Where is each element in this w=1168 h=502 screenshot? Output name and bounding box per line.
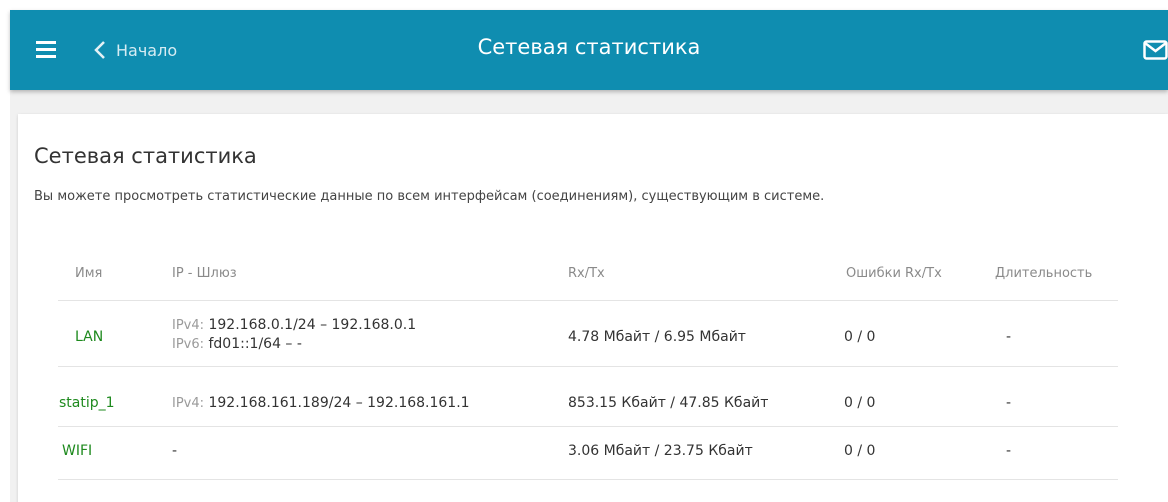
- ipv6-address: IPv6: fd01::1/64 – -: [172, 336, 302, 352]
- back-link[interactable]: Начало: [94, 38, 177, 62]
- section-title: Сетевая статистика: [34, 144, 257, 168]
- statistics-card: Сетевая статистика Вы можете просмотреть…: [18, 114, 1168, 502]
- errors-value: 0 / 0: [844, 443, 876, 459]
- ipv4-address: IPv4: 192.168.0.1/24 – 192.168.0.1: [172, 317, 416, 333]
- ip-gateway-value: -: [172, 443, 178, 459]
- page-title: Сетевая статистика: [477, 35, 701, 59]
- rxtx-value: 4.78 Мбайт / 6.95 Мбайт: [568, 329, 746, 345]
- column-header-errors: Ошибки Rx/Tx: [846, 266, 942, 281]
- ipv4-value: 192.168.0.1/24 – 192.168.0.1: [208, 317, 417, 333]
- section-description: Вы можете просмотреть статистические дан…: [34, 189, 825, 204]
- table-row[interactable]: statip_1 IPv4: 192.168.161.189/24 – 192.…: [58, 366, 1118, 427]
- ipv4-value: 192.168.161.189/24 – 192.168.161.1: [208, 395, 470, 411]
- table-row[interactable]: WIFI - 3.06 Мбайт / 23.75 Кбайт 0 / 0 -: [58, 426, 1118, 480]
- table-row[interactable]: LAN IPv4: 192.168.0.1/24 – 192.168.0.1 I…: [58, 300, 1118, 367]
- ipv6-value: fd01::1/64 – -: [208, 336, 302, 352]
- ipv4-prefix: IPv4:: [172, 396, 205, 411]
- left-margin: [0, 0, 10, 502]
- mail-icon[interactable]: [1143, 40, 1168, 60]
- rxtx-value: 3.06 Мбайт / 23.75 Кбайт: [568, 443, 753, 459]
- ipv6-prefix: IPv6:: [172, 337, 205, 352]
- top-margin: [0, 0, 1168, 10]
- interface-name-link[interactable]: statip_1: [59, 395, 115, 411]
- back-link-label: Начало: [116, 40, 178, 60]
- hamburger-menu-icon[interactable]: [36, 41, 56, 59]
- duration-value: -: [1006, 329, 1012, 345]
- ipv4-address: IPv4: 192.168.161.189/24 – 192.168.161.1: [172, 395, 470, 411]
- errors-value: 0 / 0: [844, 329, 876, 345]
- duration-value: -: [1006, 395, 1012, 411]
- duration-value: -: [1006, 443, 1012, 459]
- rxtx-value: 853.15 Кбайт / 47.85 Кбайт: [568, 395, 769, 411]
- column-header-ip-gateway: IP - Шлюз: [172, 266, 237, 281]
- column-header-name: Имя: [75, 266, 103, 281]
- app-frame: Начало Сетевая статистика Сетевая статис…: [0, 0, 1168, 502]
- column-header-duration: Длительность: [995, 266, 1093, 281]
- column-header-rxtx: Rx/Tx: [568, 266, 605, 281]
- interface-name-link[interactable]: LAN: [75, 329, 103, 345]
- errors-value: 0 / 0: [844, 395, 876, 411]
- ipv4-prefix: IPv4:: [172, 318, 205, 333]
- interface-name-link[interactable]: WIFI: [62, 443, 92, 459]
- header-bar: Начало Сетевая статистика: [10, 10, 1168, 90]
- chevron-left-icon: [94, 41, 105, 59]
